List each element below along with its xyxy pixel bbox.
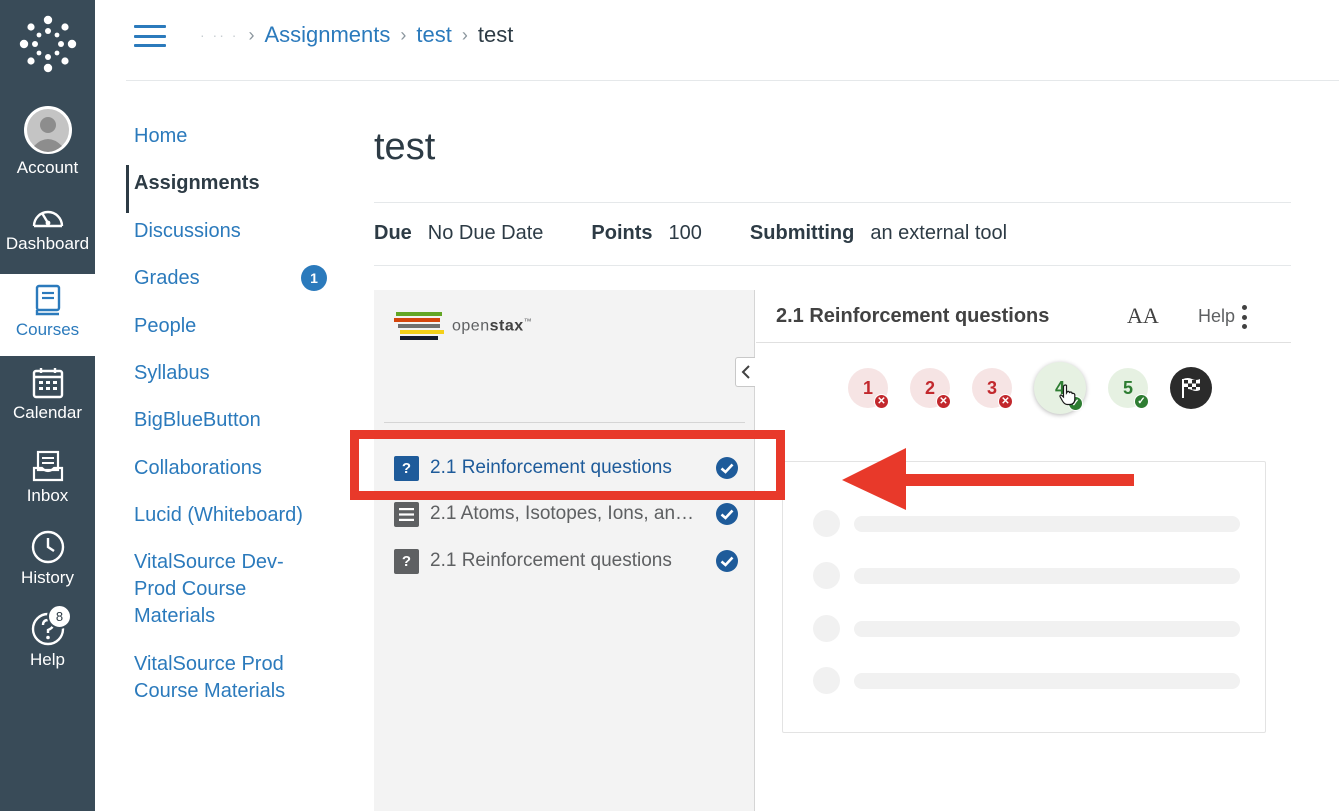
breadcrumb-separator-icon: › — [400, 24, 407, 45]
nav-inbox[interactable]: Inbox — [0, 440, 95, 522]
question-icon: ? — [394, 548, 419, 574]
course-nav-lucid[interactable]: Lucid (Whiteboard) — [126, 497, 336, 544]
more-options-icon[interactable] — [1240, 305, 1248, 329]
course-nav-discussions[interactable]: Discussions — [126, 213, 336, 260]
openstax-wordmark: openstax™ — [452, 316, 533, 335]
nav-dashboard[interactable]: Dashboard — [0, 196, 95, 278]
points-value: 100 — [668, 222, 702, 244]
course-nav-grades-label: Grades — [134, 267, 200, 290]
inbox-icon — [32, 440, 64, 482]
check-circle-icon — [716, 550, 738, 572]
question-dot-1[interactable]: 1 ✕ — [848, 368, 889, 409]
avatar — [23, 106, 72, 154]
nav-courses[interactable]: Courses — [0, 274, 95, 356]
breadcrumb-assignments[interactable]: Assignments — [264, 22, 390, 48]
breadcrumb-separator-icon: › — [248, 24, 255, 45]
finish-flag-button[interactable] — [1170, 367, 1212, 409]
question-pane: 2.1 Reinforcement questions AA Help 1 ✕ … — [756, 290, 1291, 811]
course-nav-assignments[interactable]: Assignments — [126, 165, 336, 213]
nav-dashboard-label: Dashboard — [5, 234, 90, 253]
course-nav-vitalsource-prod[interactable]: VitalSource Prod Course Materials — [126, 651, 296, 705]
divider — [374, 202, 1291, 203]
due-value: No Due Date — [427, 222, 544, 244]
check-circle-icon — [716, 503, 738, 525]
nav-history[interactable]: History — [0, 522, 95, 604]
table-of-contents: openstax™ ? 2.1 Reinforcement questions — [374, 290, 755, 811]
external-tool-frame: openstax™ ? 2.1 Reinforcement questions — [374, 290, 1291, 811]
question-progress: 1 ✕ 2 ✕ 3 ✕ 4 ✓ 5 ✓ — [848, 362, 1234, 414]
divider — [384, 422, 745, 423]
submitting-label: Submitting — [749, 222, 855, 244]
assignment-details: Due No Due Date Points 100 Submitting an… — [374, 222, 1055, 245]
course-nav-vitalsource-dev[interactable]: VitalSource Dev-Prod Course Materials — [126, 549, 296, 630]
annotation-arrow-icon — [842, 448, 1134, 510]
toc-collapse-button[interactable] — [735, 357, 755, 387]
correct-check-icon: ✓ — [1134, 394, 1149, 409]
question-dot-5[interactable]: 5 ✓ — [1108, 368, 1149, 409]
due-label: Due — [374, 222, 412, 244]
course-nav-grades[interactable]: Grades 1 — [126, 260, 336, 307]
toc-item-label: 2.1 Reinforcement questions — [430, 550, 672, 571]
incorrect-x-icon: ✕ — [874, 394, 889, 409]
course-nav-collaborations[interactable]: Collaborations — [126, 450, 336, 497]
incorrect-x-icon: ✕ — [998, 394, 1013, 409]
question-dot-4[interactable]: 4 ✓ — [1034, 362, 1086, 414]
placeholder-row — [813, 615, 1240, 642]
points-label: Points — [591, 222, 653, 244]
nav-calendar[interactable]: Calendar — [0, 357, 95, 439]
app-window: Account Dashboard Courses Calendar Inbox… — [0, 0, 1339, 811]
canvas-logo-icon[interactable] — [0, 0, 95, 88]
course-nav: Home Assignments Discussions Grades 1 Pe… — [126, 118, 336, 726]
nav-history-label: History — [21, 568, 74, 587]
chevron-left-icon — [741, 365, 750, 379]
nav-help-label: Help — [30, 650, 65, 669]
course-nav-people[interactable]: People — [126, 308, 336, 355]
question-dot-2[interactable]: 2 ✕ — [910, 368, 951, 409]
global-nav: Account Dashboard Courses Calendar Inbox… — [0, 0, 95, 811]
help-badge: 8 — [47, 604, 72, 629]
breadcrumb-separator-icon: › — [461, 24, 468, 45]
toc-item-label: 2.1 Atoms, Isotopes, Ions, and Molecules… — [430, 503, 703, 524]
divider — [756, 342, 1291, 343]
openstax-logo: openstax™ — [394, 310, 532, 342]
course-nav-bigbluebutton[interactable]: BigBlueButton — [126, 402, 336, 449]
incorrect-x-icon: ✕ — [936, 394, 951, 409]
breadcrumb: · ·· · › Assignments › test › test — [200, 22, 513, 48]
question-set-title: 2.1 Reinforcement questions — [776, 305, 1050, 327]
courses-book-icon — [34, 274, 62, 316]
placeholder-row — [813, 667, 1240, 694]
toc-item-reinforcement-2[interactable]: ? 2.1 Reinforcement questions — [394, 546, 739, 576]
toc-item-atoms-isotopes[interactable]: 2.1 Atoms, Isotopes, Ions, and Molecules… — [394, 499, 739, 529]
placeholder-row — [813, 510, 1240, 537]
nav-calendar-label: Calendar — [13, 403, 82, 422]
course-nav-home[interactable]: Home — [126, 118, 336, 165]
course-nav-syllabus[interactable]: Syllabus — [126, 355, 336, 402]
breadcrumb-course[interactable]: · ·· · — [200, 27, 238, 43]
grades-badge: 1 — [301, 265, 327, 292]
breadcrumb-current: test — [477, 22, 514, 47]
nav-account[interactable]: Account — [0, 106, 95, 188]
annotation-highlight-box — [350, 430, 785, 500]
help-button[interactable]: Help — [1198, 306, 1235, 327]
font-size-button[interactable]: AA — [1127, 303, 1159, 329]
page-header: · ·· · › Assignments › test › test — [126, 0, 1339, 81]
nav-courses-label: Courses — [15, 320, 80, 339]
nav-account-label: Account — [16, 158, 79, 177]
placeholder-row — [813, 562, 1240, 589]
reading-icon — [394, 501, 419, 527]
calendar-icon — [32, 357, 64, 399]
nav-inbox-label: Inbox — [26, 486, 69, 505]
menu-hamburger-icon[interactable] — [134, 25, 166, 47]
dashboard-icon — [31, 196, 65, 230]
pointer-hand-icon — [1059, 384, 1076, 406]
submitting-value: an external tool — [870, 222, 1008, 244]
page-title: test — [374, 126, 436, 168]
history-clock-icon — [31, 522, 65, 564]
question-dot-3[interactable]: 3 ✕ — [972, 368, 1013, 409]
openstax-logo-icon — [394, 312, 444, 340]
checkered-flag-icon — [1182, 378, 1200, 398]
breadcrumb-test[interactable]: test — [416, 22, 451, 48]
divider — [374, 265, 1291, 266]
nav-help[interactable]: 8 Help — [0, 604, 95, 686]
